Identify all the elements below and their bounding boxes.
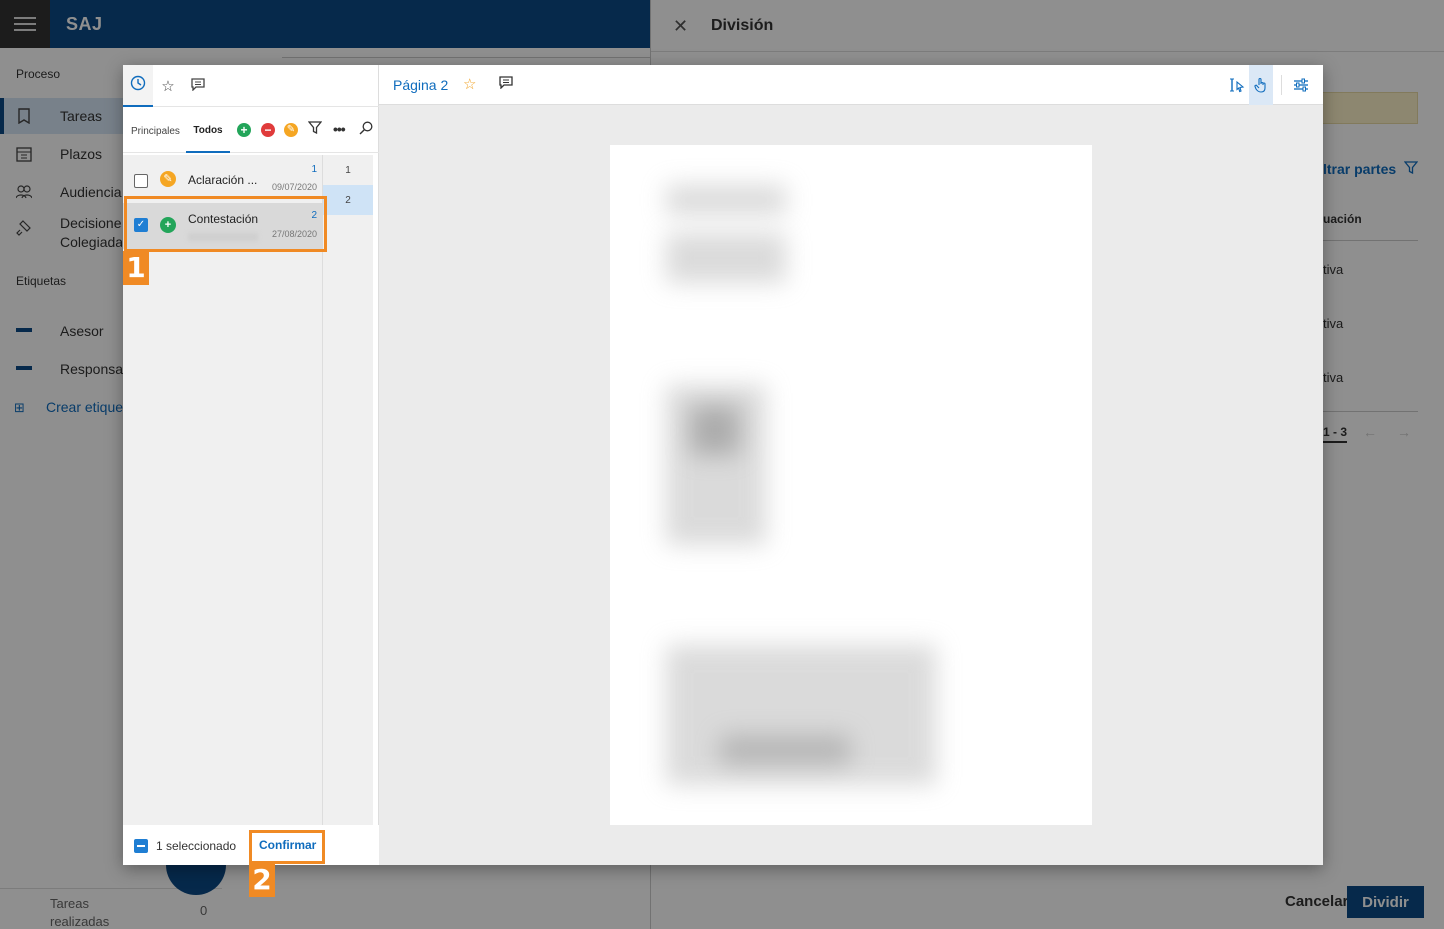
search-icon[interactable]: [359, 121, 373, 138]
more-icon[interactable]: •••: [333, 121, 346, 137]
toolbar-separator: [1281, 75, 1282, 95]
page-thumb[interactable]: 1: [323, 155, 373, 185]
settings-sliders-icon[interactable]: [1289, 73, 1313, 97]
document-picker-modal: ☆ Principales Todos + − ✎ ••• ✎ Aclaraci…: [123, 65, 1323, 865]
comment-icon[interactable]: [499, 76, 513, 92]
tab-principales[interactable]: Principales: [131, 109, 180, 153]
remove-icon[interactable]: −: [261, 123, 275, 137]
callout-number: 1: [123, 251, 149, 285]
document-checkbox[interactable]: [134, 174, 148, 188]
viewer-toolbar: Página 2 ☆: [379, 65, 1323, 105]
document-number: 1: [311, 164, 317, 175]
tab-recent[interactable]: [123, 65, 153, 107]
text-select-icon[interactable]: [1225, 73, 1249, 97]
page-list: 1 2: [323, 155, 373, 825]
star-icon: ☆: [161, 78, 175, 95]
edit-icon[interactable]: ✎: [284, 123, 298, 137]
page-title: Página 2: [393, 77, 449, 93]
highlight-box-selection: [124, 196, 327, 252]
tab-todos[interactable]: Todos: [186, 109, 230, 153]
clock-icon: [130, 75, 146, 95]
view-tabs: ☆: [123, 65, 379, 107]
document-page-preview: [610, 145, 1092, 825]
comment-icon: [191, 77, 205, 95]
hand-tool-icon[interactable]: [1249, 65, 1273, 105]
blurred-content: [666, 233, 786, 283]
blurred-content: [690, 405, 740, 455]
highlight-box-confirm: [249, 830, 325, 864]
page-thumb[interactable]: 2: [323, 185, 373, 215]
filter-icon[interactable]: [307, 121, 323, 137]
star-icon[interactable]: ☆: [463, 75, 476, 93]
tab-favorites[interactable]: ☆: [153, 65, 183, 107]
select-all-checkbox[interactable]: [134, 839, 148, 853]
document-list-pane: ☆ Principales Todos + − ✎ ••• ✎ Aclaraci…: [123, 65, 379, 865]
document-list: ✎ Aclaración ... 1 09/07/2020 ✓ + Contes…: [123, 155, 323, 825]
add-icon[interactable]: +: [237, 123, 251, 137]
edit-circle-icon: ✎: [160, 171, 176, 187]
callout-number: 2: [249, 863, 275, 897]
blurred-content: [666, 185, 786, 215]
selected-count: 1 seleccionado: [156, 839, 237, 853]
blurred-content: [720, 735, 850, 765]
document-title: Aclaración ...: [188, 173, 258, 187]
filter-tabs: Principales Todos + − ✎ •••: [123, 109, 379, 153]
tab-comments[interactable]: [183, 65, 213, 107]
document-date: 09/07/2020: [271, 182, 317, 192]
